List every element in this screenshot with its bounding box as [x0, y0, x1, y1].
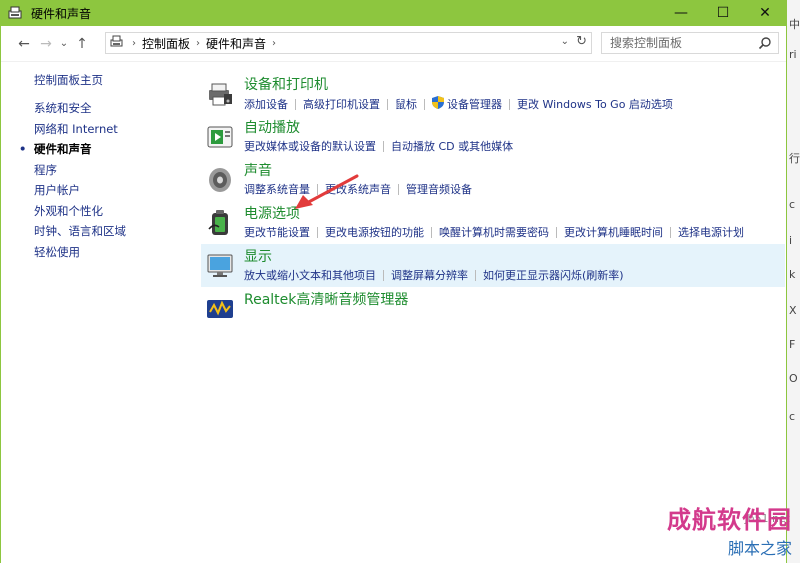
category-display: 显示 放大或缩小文本和其他项目 调整屏幕分辨率 如何更正显示器闪烁(刷新率)	[201, 244, 785, 287]
strip-char: c	[789, 410, 796, 423]
sidebar-home-link[interactable]: 控制面板主页	[34, 72, 194, 88]
search-input[interactable]	[610, 36, 760, 50]
category-power-options: 电源选项 更改节能设置 更改电源按钮的功能 唤醒计算机时需要密码 更改计算机睡眠…	[201, 201, 785, 244]
link-divider	[383, 141, 384, 152]
link-sleep-time[interactable]: 更改计算机睡眠时间	[564, 225, 663, 240]
strip-char: i	[789, 234, 793, 247]
address-dropdown-icon[interactable]: ⌄	[561, 36, 569, 47]
link-divider	[295, 99, 296, 110]
refresh-icon[interactable]: ↻	[576, 34, 587, 49]
speaker-icon	[206, 166, 234, 194]
link-power-saving[interactable]: 更改节能设置	[244, 225, 310, 240]
title-bar[interactable]: 硬件和声音 — ☐ ✕	[1, 0, 786, 26]
up-button[interactable]: ↑	[71, 33, 93, 55]
sidebar-item-ease-of-access[interactable]: 轻松使用	[34, 242, 194, 263]
annotation-arrow-icon	[295, 174, 359, 209]
link-divider	[424, 99, 425, 110]
link-divider	[670, 227, 671, 238]
sidebar-item-clock-language[interactable]: 时钟、语言和区域	[34, 221, 194, 242]
category-realtek: Realtek高清晰音频管理器	[201, 287, 785, 330]
printer-icon	[206, 80, 234, 108]
watermark-sub: 脚本之家	[727, 539, 792, 558]
link-autoplay-cd[interactable]: 自动播放 CD 或其他媒体	[391, 139, 513, 154]
autoplay-icon	[206, 123, 234, 151]
link-wake-password[interactable]: 唤醒计算机时需要密码	[439, 225, 549, 240]
link-device-manager[interactable]: 设备管理器	[447, 97, 502, 112]
link-text-size[interactable]: 放大或缩小文本和其他项目	[244, 268, 376, 283]
location-icon	[110, 35, 126, 52]
link-mouse[interactable]: 鼠标	[395, 97, 417, 112]
link-add-device[interactable]: 添加设备	[244, 97, 288, 112]
realtek-icon	[206, 295, 234, 323]
link-divider	[431, 227, 432, 238]
control-panel-window: 硬件和声音 — ☐ ✕ ← → ⌄ ↑ › 控制面板 › 硬件和声音 › ⌄ ↻…	[0, 0, 787, 563]
sidebar-item-system-security[interactable]: 系统和安全	[34, 98, 194, 119]
category-title-devices-printers[interactable]: 设备和打印机	[244, 72, 785, 94]
breadcrumb-hardware-sound[interactable]: 硬件和声音	[206, 35, 266, 52]
link-screen-resolution[interactable]: 调整屏幕分辨率	[391, 268, 468, 283]
recent-locations-button[interactable]: ⌄	[57, 33, 71, 55]
link-divider	[475, 270, 476, 281]
strip-char: F	[789, 338, 796, 351]
watermark-main: 成航软件园	[667, 505, 792, 534]
strip-char: 中	[789, 18, 800, 31]
link-divider	[556, 227, 557, 238]
address-toolbar: ← → ⌄ ↑ › 控制面板 › 硬件和声音 › ⌄ ↻	[1, 26, 786, 62]
sidebar-item-user-accounts[interactable]: 用户帐户	[34, 180, 194, 201]
category-title-realtek[interactable]: Realtek高清晰音频管理器	[244, 287, 785, 309]
breadcrumb-separator-icon[interactable]: ›	[272, 38, 276, 49]
strip-char: ri	[789, 48, 797, 61]
search-box[interactable]	[601, 32, 779, 54]
link-divider	[383, 270, 384, 281]
category-list: 设备和打印机 添加设备 高级打印机设置 鼠标 设备管理器 更改 Windows …	[201, 72, 785, 330]
back-button[interactable]: ←	[13, 33, 35, 55]
strip-char: c	[789, 198, 796, 211]
category-title-display[interactable]: 显示	[244, 244, 785, 266]
link-power-button[interactable]: 更改电源按钮的功能	[325, 225, 424, 240]
link-refresh-rate[interactable]: 如何更正显示器闪烁(刷新率)	[483, 268, 624, 283]
link-choose-power-plan[interactable]: 选择电源计划	[678, 225, 744, 240]
link-divider	[509, 99, 510, 110]
breadcrumb-separator-icon: ›	[196, 37, 201, 49]
category-autoplay: 自动播放 更改媒体或设备的默认设置 自动播放 CD 或其他媒体	[201, 115, 785, 158]
address-bar[interactable]: › 控制面板 › 硬件和声音 › ⌄ ↻	[105, 32, 592, 54]
strip-char: 行	[789, 152, 800, 165]
breadcrumb-separator-icon: ›	[132, 37, 136, 49]
window-title: 硬件和声音	[31, 6, 92, 21]
category-sound: 声音 调整系统音量 更改系统声音 管理音频设备	[201, 158, 785, 201]
link-change-media-defaults[interactable]: 更改媒体或设备的默认设置	[244, 139, 376, 154]
breadcrumb-control-panel[interactable]: 控制面板	[142, 35, 190, 52]
strip-char: X	[789, 304, 797, 317]
battery-icon	[206, 209, 234, 237]
strip-char: O	[789, 372, 798, 385]
minimize-button[interactable]: —	[660, 0, 702, 26]
monitor-icon	[206, 252, 234, 280]
sidebar: 控制面板主页 系统和安全 网络和 Internet 硬件和声音 程序 用户帐户 …	[19, 72, 194, 263]
close-button[interactable]: ✕	[744, 0, 786, 26]
category-devices-printers: 设备和打印机 添加设备 高级打印机设置 鼠标 设备管理器 更改 Windows …	[201, 72, 785, 115]
sidebar-item-programs[interactable]: 程序	[34, 160, 194, 181]
link-divider	[398, 184, 399, 195]
sidebar-item-network[interactable]: 网络和 Internet	[34, 119, 194, 140]
sidebar-item-appearance[interactable]: 外观和个性化	[34, 201, 194, 222]
link-divider	[317, 227, 318, 238]
link-divider	[387, 99, 388, 110]
control-panel-icon	[7, 5, 23, 21]
strip-char: k	[789, 268, 796, 281]
link-advanced-printer[interactable]: 高级打印机设置	[303, 97, 380, 112]
uac-shield-icon	[432, 96, 444, 113]
background-window-edge: 中 ri 行 c i k X F O c	[787, 0, 800, 563]
link-windows-to-go[interactable]: 更改 Windows To Go 启动选项	[517, 97, 673, 112]
sidebar-item-hardware-sound[interactable]: 硬件和声音	[19, 139, 194, 160]
forward-button[interactable]: →	[35, 33, 57, 55]
link-manage-audio-devices[interactable]: 管理音频设备	[406, 182, 472, 197]
maximize-button[interactable]: ☐	[702, 0, 744, 26]
watermark: 成航软件园 脚本之家	[667, 500, 792, 559]
search-icon[interactable]	[758, 36, 772, 53]
category-title-autoplay[interactable]: 自动播放	[244, 115, 785, 137]
